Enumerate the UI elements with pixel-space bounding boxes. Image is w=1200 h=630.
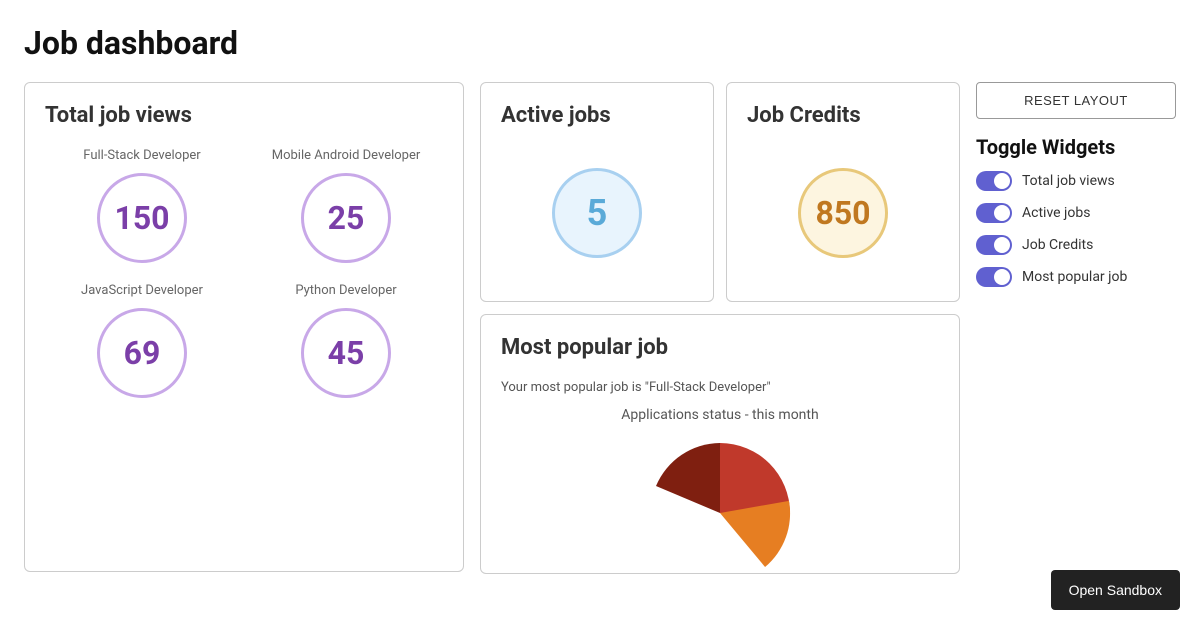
stat-circle: 69	[97, 308, 187, 398]
pie-chart	[640, 433, 800, 533]
toggle-switch-total-views[interactable]	[976, 171, 1012, 191]
toggle-widgets-title: Toggle Widgets	[976, 135, 1176, 159]
right-sidebar: RESET LAYOUT Toggle Widgets Total job vi…	[976, 82, 1176, 287]
job-label: JavaScript Developer	[81, 283, 203, 298]
toggle-switch-job-credits[interactable]	[976, 235, 1012, 255]
list-item: Python Developer 45	[249, 283, 443, 398]
widget-popular-job: Most popular job Your most popular job i…	[480, 314, 960, 574]
credits-circle: 850	[798, 168, 888, 258]
toggle-item-job-credits: Job Credits	[976, 235, 1176, 255]
active-jobs-title: Active jobs	[501, 103, 611, 128]
toggle-label-total-views: Total job views	[1022, 173, 1115, 189]
popular-job-description: Your most popular job is "Full-Stack Dev…	[501, 380, 939, 395]
toggle-item-active-jobs: Active jobs	[976, 203, 1176, 223]
list-item: Full-Stack Developer 150	[45, 148, 239, 263]
middle-column: Active jobs 5 Job Credits 850 Most popul…	[480, 82, 960, 574]
toggle-switch-most-popular[interactable]	[976, 267, 1012, 287]
popular-job-title: Most popular job	[501, 335, 939, 360]
toggle-label-most-popular: Most popular job	[1022, 269, 1127, 285]
list-item: Mobile Android Developer 25	[249, 148, 443, 263]
stat-circle: 25	[301, 173, 391, 263]
open-sandbox-button[interactable]: Open Sandbox	[1051, 570, 1180, 610]
job-grid: Full-Stack Developer 150 Mobile Android …	[45, 148, 443, 398]
top-row: Active jobs 5 Job Credits 850	[480, 82, 960, 302]
dashboard-layout: Total job views Full-Stack Developer 150…	[24, 82, 1176, 574]
list-item: JavaScript Developer 69	[45, 283, 239, 398]
toggle-switch-active-jobs[interactable]	[976, 203, 1012, 223]
widget-total-views: Total job views Full-Stack Developer 150…	[24, 82, 464, 572]
job-credits-title: Job Credits	[747, 103, 861, 128]
job-label: Mobile Android Developer	[272, 148, 421, 163]
toggle-item-most-popular: Most popular job	[976, 267, 1176, 287]
toggle-widgets-section: Toggle Widgets Total job views Active jo…	[976, 135, 1176, 287]
widget-job-credits: Job Credits 850	[726, 82, 960, 302]
page-title: Job dashboard	[24, 24, 1176, 62]
toggle-item-total-views: Total job views	[976, 171, 1176, 191]
job-label: Python Developer	[295, 283, 396, 298]
reset-layout-button[interactable]: RESET LAYOUT	[976, 82, 1176, 119]
toggle-label-job-credits: Job Credits	[1022, 237, 1093, 253]
active-jobs-circle: 5	[552, 168, 642, 258]
stat-circle: 150	[97, 173, 187, 263]
applications-label: Applications status - this month	[501, 407, 939, 423]
total-views-title: Total job views	[45, 103, 443, 128]
stat-circle: 45	[301, 308, 391, 398]
widget-active-jobs: Active jobs 5	[480, 82, 714, 302]
job-label: Full-Stack Developer	[83, 148, 200, 163]
pie-chart-container	[501, 433, 939, 533]
toggle-label-active-jobs: Active jobs	[1022, 205, 1090, 221]
